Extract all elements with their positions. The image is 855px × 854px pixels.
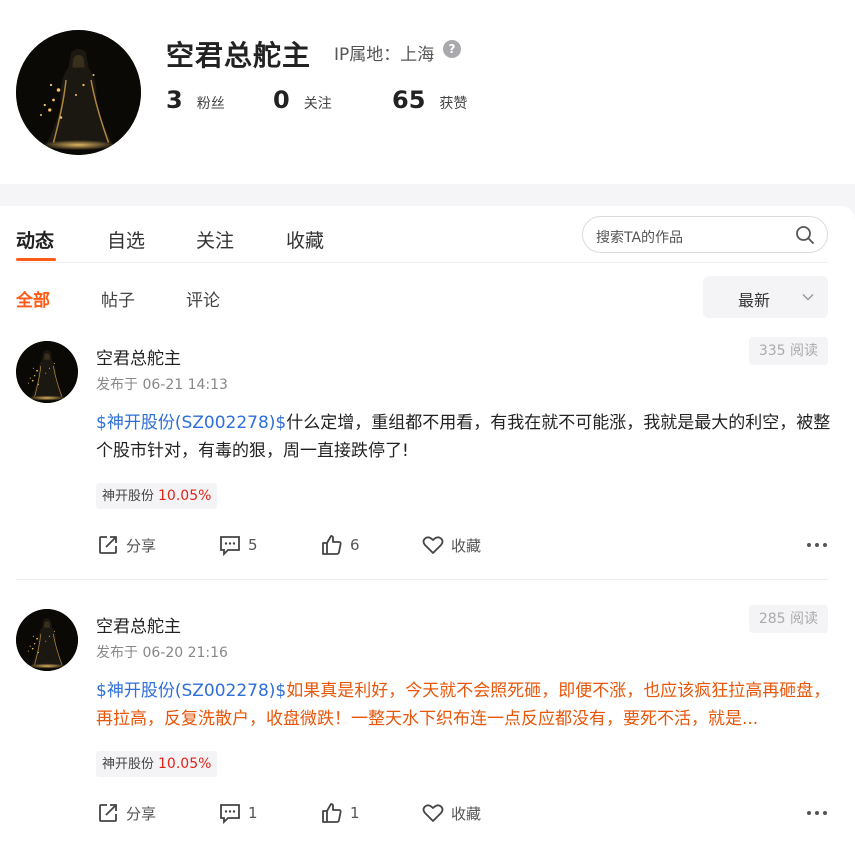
tab-favorites[interactable]: 收藏	[286, 226, 324, 253]
share-icon	[99, 804, 117, 822]
post-content[interactable]: $神开股份(SZ002278)$什么定增，重组都不用看，有我在就不可能涨，我就是…	[96, 409, 831, 465]
search-icon[interactable]	[795, 225, 815, 245]
stock-link[interactable]: $神开股份(SZ002278)$	[96, 681, 286, 701]
stat-value: 65	[392, 86, 426, 114]
post-time: 发布于 06-20 21:16	[96, 645, 228, 661]
divider	[16, 579, 828, 580]
heart-icon	[422, 536, 444, 554]
sort-select[interactable]: 最新	[703, 276, 828, 318]
stock-tag[interactable]: 神开股份 10.05%	[96, 483, 218, 509]
tab-watchlist[interactable]: 自选	[107, 226, 145, 253]
comment-icon	[220, 804, 240, 825]
comment-button[interactable]: 5	[218, 533, 258, 557]
thumbs-up-icon	[322, 803, 342, 823]
like-count: 1	[350, 804, 360, 822]
divider	[16, 262, 828, 263]
more-icon[interactable]	[806, 808, 828, 818]
thumbs-up-icon	[322, 535, 342, 555]
avatar	[16, 30, 141, 155]
like-count: 6	[350, 536, 360, 554]
share-button[interactable]: 分享	[96, 801, 156, 825]
profile-header: 空君总舵主 IP属地：上海 ? 3 粉丝 0 关注 65 获赞	[0, 0, 855, 184]
stock-tag-change: 10.05%	[158, 488, 212, 504]
ip-location: IP属地：上海	[334, 45, 435, 65]
comment-count: 1	[248, 804, 258, 822]
help-icon[interactable]: ?	[443, 40, 461, 58]
active-tab-indicator	[16, 258, 56, 261]
favorite-button[interactable]: 收藏	[421, 533, 481, 557]
sort-selected: 最新	[738, 291, 771, 310]
share-label: 分享	[126, 536, 157, 555]
stat-following[interactable]: 0 关注	[273, 86, 332, 114]
content-panel: 动态 自选 关注 收藏 搜索TA的作品 全部 帖子 评论 最新 空君总舵主 发布…	[0, 206, 855, 854]
share-button[interactable]: 分享	[96, 533, 156, 557]
comment-icon	[220, 536, 240, 557]
chevron-down-icon	[802, 293, 814, 301]
post-time: 发布于 06-21 14:13	[96, 377, 228, 393]
favorite-button[interactable]: 收藏	[421, 801, 481, 825]
stat-value: 0	[273, 86, 290, 114]
stat-label: 获赞	[439, 96, 468, 112]
tab-following[interactable]: 关注	[196, 226, 234, 253]
read-count-badge: 285 阅读	[748, 605, 828, 633]
subtab-posts[interactable]: 帖子	[101, 286, 135, 311]
post-author[interactable]: 空君总舵主	[96, 612, 181, 637]
post-item[interactable]: 空君总舵主 发布于 06-20 21:16 285 阅读 $神开股份(SZ002…	[16, 605, 831, 854]
like-button[interactable]: 1	[320, 801, 360, 825]
stock-tag-change: 10.05%	[158, 756, 212, 772]
post-item[interactable]: 空君总舵主 发布于 06-21 14:13 335 阅读 $神开股份(SZ002…	[16, 337, 831, 581]
tab-activity[interactable]: 动态	[16, 226, 54, 253]
avatar[interactable]	[16, 609, 78, 671]
like-button[interactable]: 6	[320, 533, 360, 557]
search-placeholder: 搜索TA的作品	[596, 230, 684, 246]
stock-tag-name: 神开股份	[102, 489, 155, 504]
post-content[interactable]: $神开股份(SZ002278)$如果真是利好，今天就不会照死砸，即便不涨，也应该…	[96, 677, 831, 733]
more-icon[interactable]	[806, 540, 828, 550]
stat-fans[interactable]: 3 粉丝	[166, 86, 225, 114]
share-icon	[99, 536, 117, 554]
heart-icon	[422, 804, 444, 822]
post-author[interactable]: 空君总舵主	[96, 344, 181, 369]
stock-link[interactable]: $神开股份(SZ002278)$	[96, 413, 286, 433]
avatar[interactable]	[16, 341, 78, 403]
subtab-all[interactable]: 全部	[16, 286, 50, 311]
favorite-label: 收藏	[451, 804, 482, 823]
comment-count: 5	[248, 536, 258, 554]
search-input[interactable]: 搜索TA的作品	[582, 216, 828, 253]
subtab-comments[interactable]: 评论	[186, 286, 220, 311]
stock-tag-name: 神开股份	[102, 757, 155, 772]
read-count-badge: 335 阅读	[748, 337, 828, 365]
stat-label: 粉丝	[196, 96, 225, 112]
stock-tag[interactable]: 神开股份 10.05%	[96, 751, 218, 777]
comment-button[interactable]: 1	[218, 801, 258, 825]
share-label: 分享	[126, 804, 157, 823]
stat-likes: 65 获赞	[392, 86, 467, 114]
stat-label: 关注	[303, 96, 332, 112]
stat-value: 3	[166, 86, 183, 114]
profile-name: 空君总舵主	[166, 39, 312, 72]
favorite-label: 收藏	[451, 536, 482, 555]
